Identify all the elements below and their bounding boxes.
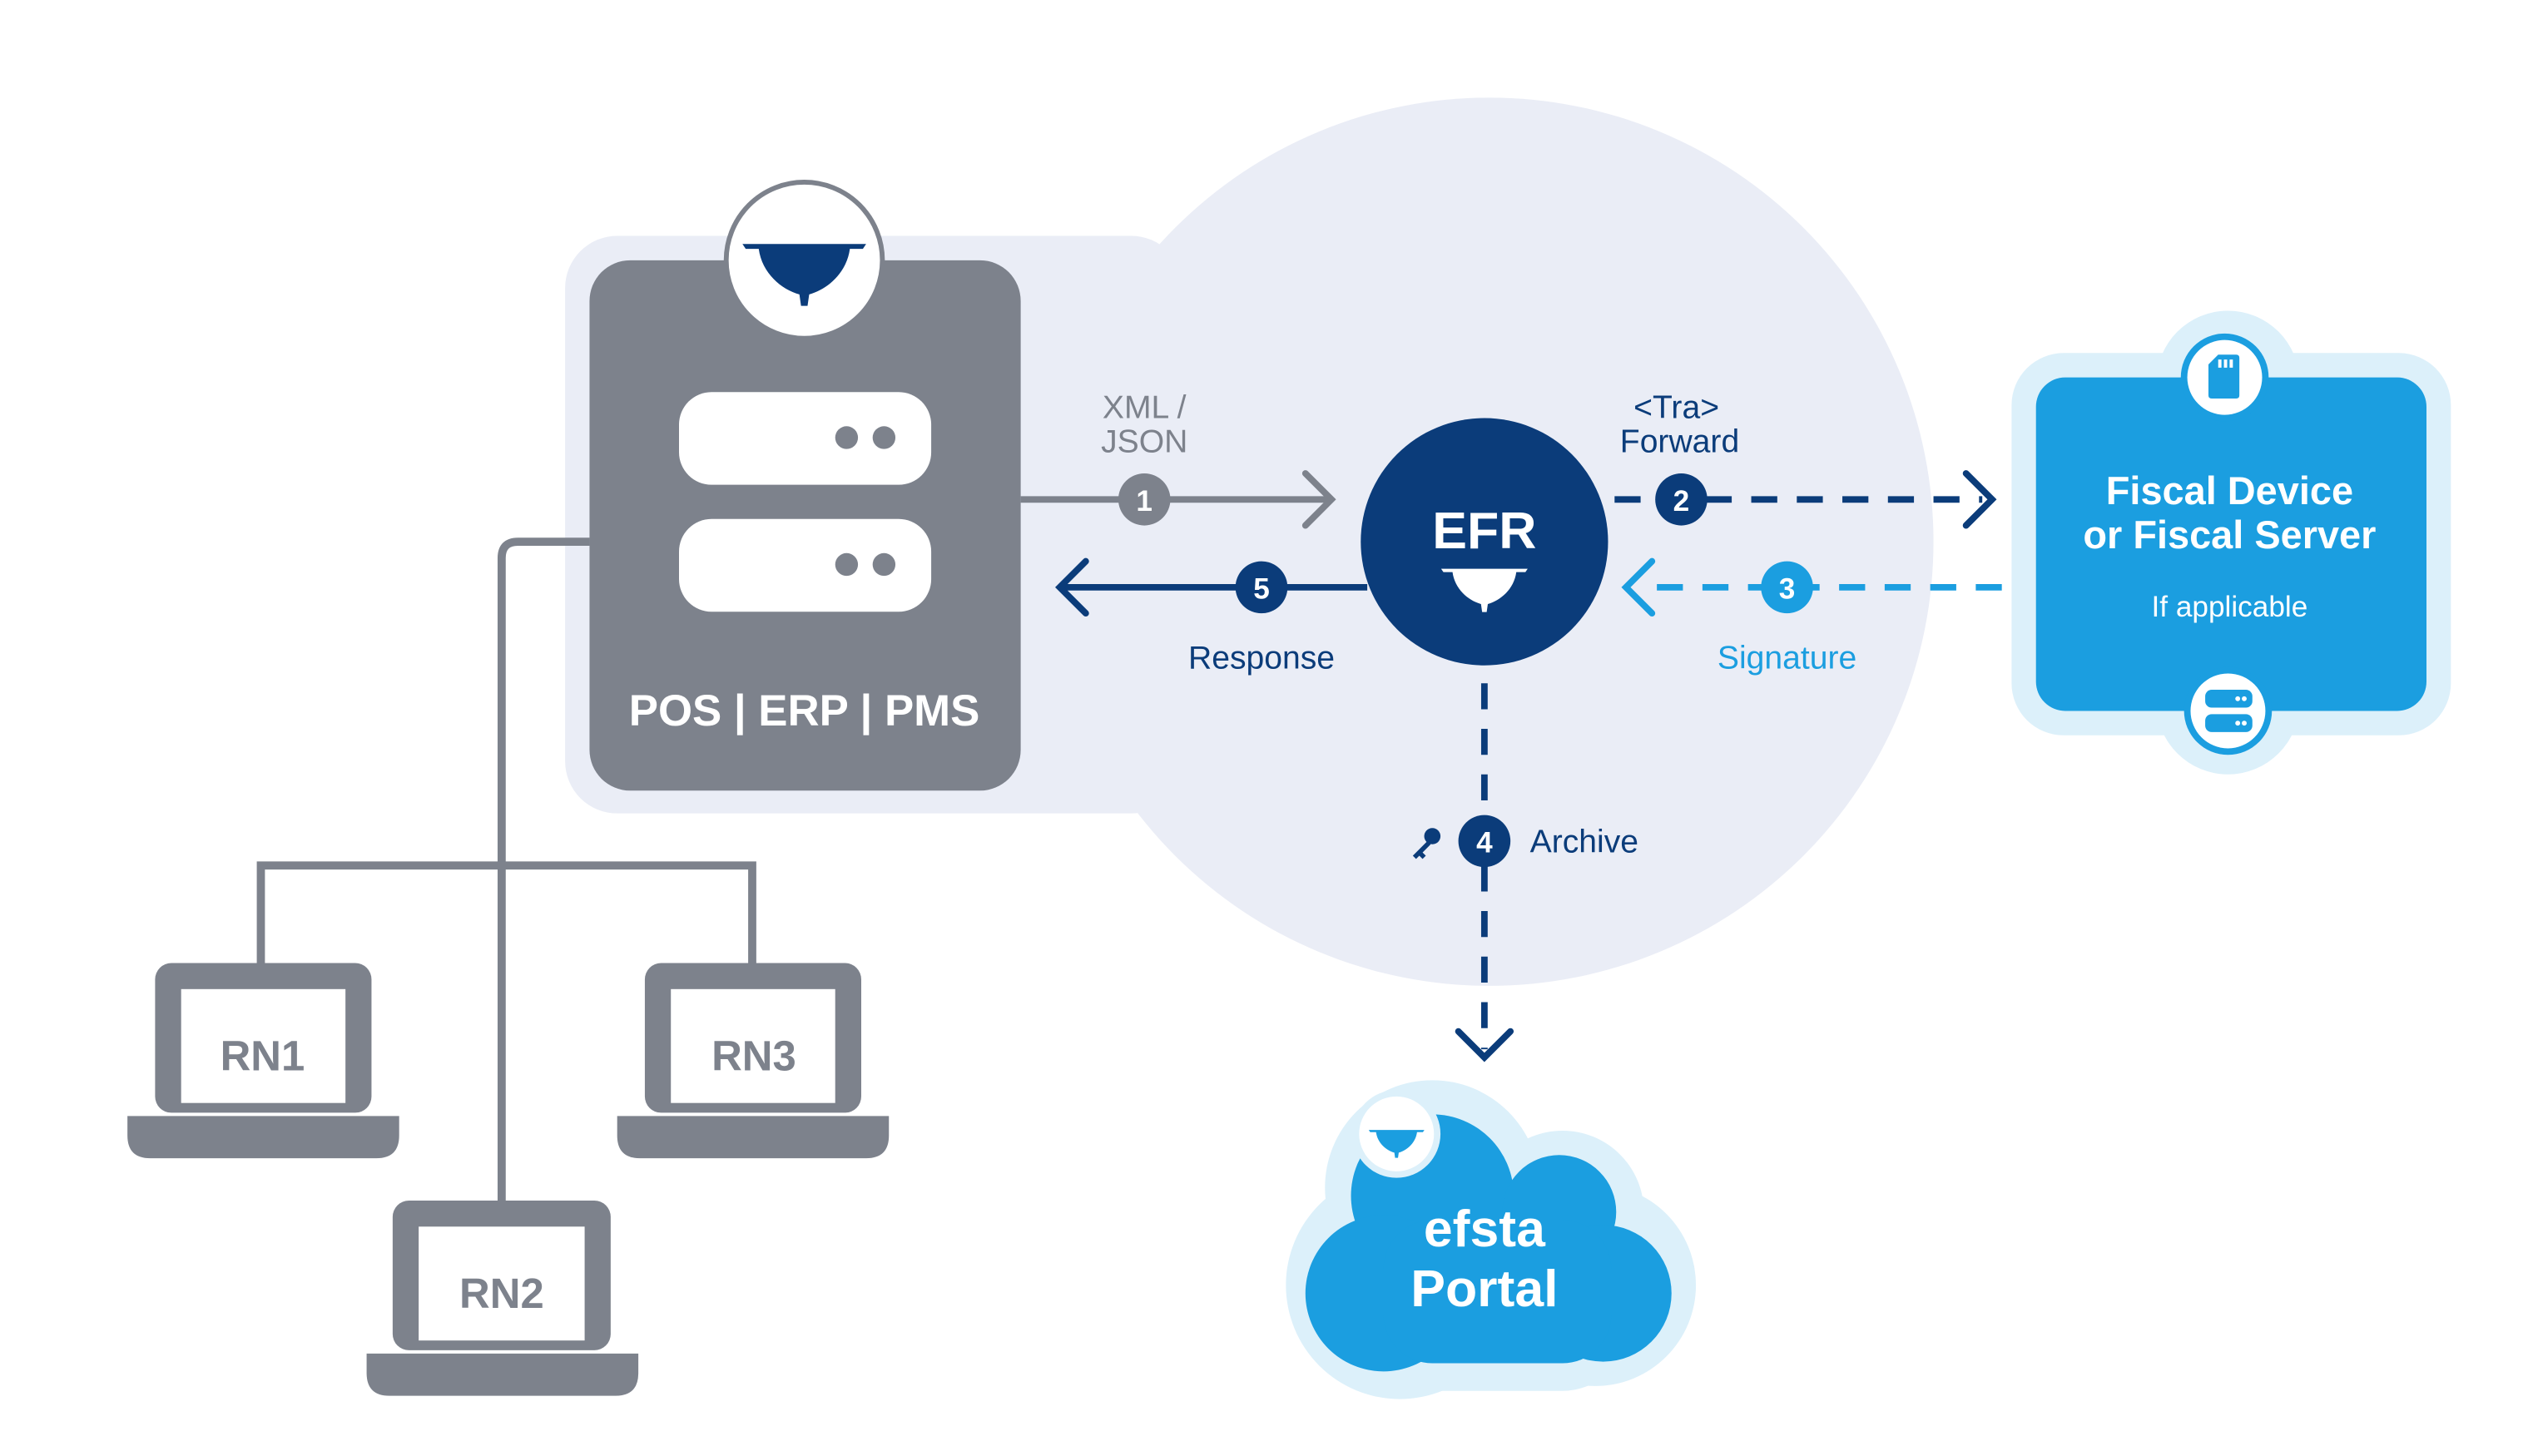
portal-label: Portal bbox=[1410, 1260, 1558, 1318]
step-label: Response bbox=[1188, 641, 1335, 676]
fiscal-device-box[interactable]: Fiscal Device or Fiscal Server If applic… bbox=[2011, 310, 2451, 775]
pos-system-box[interactable]: POS | ERP | PMS bbox=[589, 180, 1021, 791]
fiscal-subtitle: If applicable bbox=[2152, 591, 2308, 623]
step-number: 2 bbox=[1673, 485, 1690, 518]
step-label: JSON bbox=[1101, 424, 1187, 460]
step-number: 4 bbox=[1476, 827, 1493, 859]
efsta-wing-logo-icon bbox=[723, 180, 885, 341]
efsta-wing-logo-icon bbox=[1352, 1090, 1441, 1178]
server-icon bbox=[2183, 666, 2273, 755]
terminal-rn1[interactable]: RN1 bbox=[127, 963, 399, 1159]
terminal-rn2[interactable]: RN2 bbox=[366, 1201, 639, 1396]
step-label: XML / bbox=[1103, 390, 1187, 426]
fiscal-title: or Fiscal Server bbox=[2083, 513, 2376, 557]
pos-label: POS | ERP | PMS bbox=[629, 686, 980, 736]
step-number: 3 bbox=[1779, 573, 1796, 606]
terminal-label: RN2 bbox=[459, 1270, 544, 1317]
step-label: Archive bbox=[1530, 825, 1638, 860]
sd-card-icon bbox=[2180, 333, 2269, 422]
step-label: Forward bbox=[1620, 424, 1739, 460]
step-number: 5 bbox=[1253, 573, 1270, 606]
efr-label: EFR bbox=[1432, 502, 1536, 560]
step-label: <Tra> bbox=[1633, 390, 1719, 426]
efr-node[interactable]: EFR bbox=[1361, 418, 1608, 666]
efr-architecture-diagram: POS | ERP | PMS RN1 RN3 RN2 1 XML / JSON bbox=[127, 97, 2451, 1399]
terminal-label: RN3 bbox=[711, 1033, 796, 1080]
portal-label: efsta bbox=[1424, 1200, 1546, 1258]
step-label: Signature bbox=[1718, 641, 1856, 676]
step-number: 1 bbox=[1136, 485, 1152, 518]
fiscal-title: Fiscal Device bbox=[2106, 469, 2353, 513]
efsta-portal-cloud[interactable]: efsta Portal bbox=[1286, 1080, 1697, 1399]
terminal-label: RN1 bbox=[221, 1033, 305, 1080]
terminal-rn3[interactable]: RN3 bbox=[617, 963, 890, 1159]
